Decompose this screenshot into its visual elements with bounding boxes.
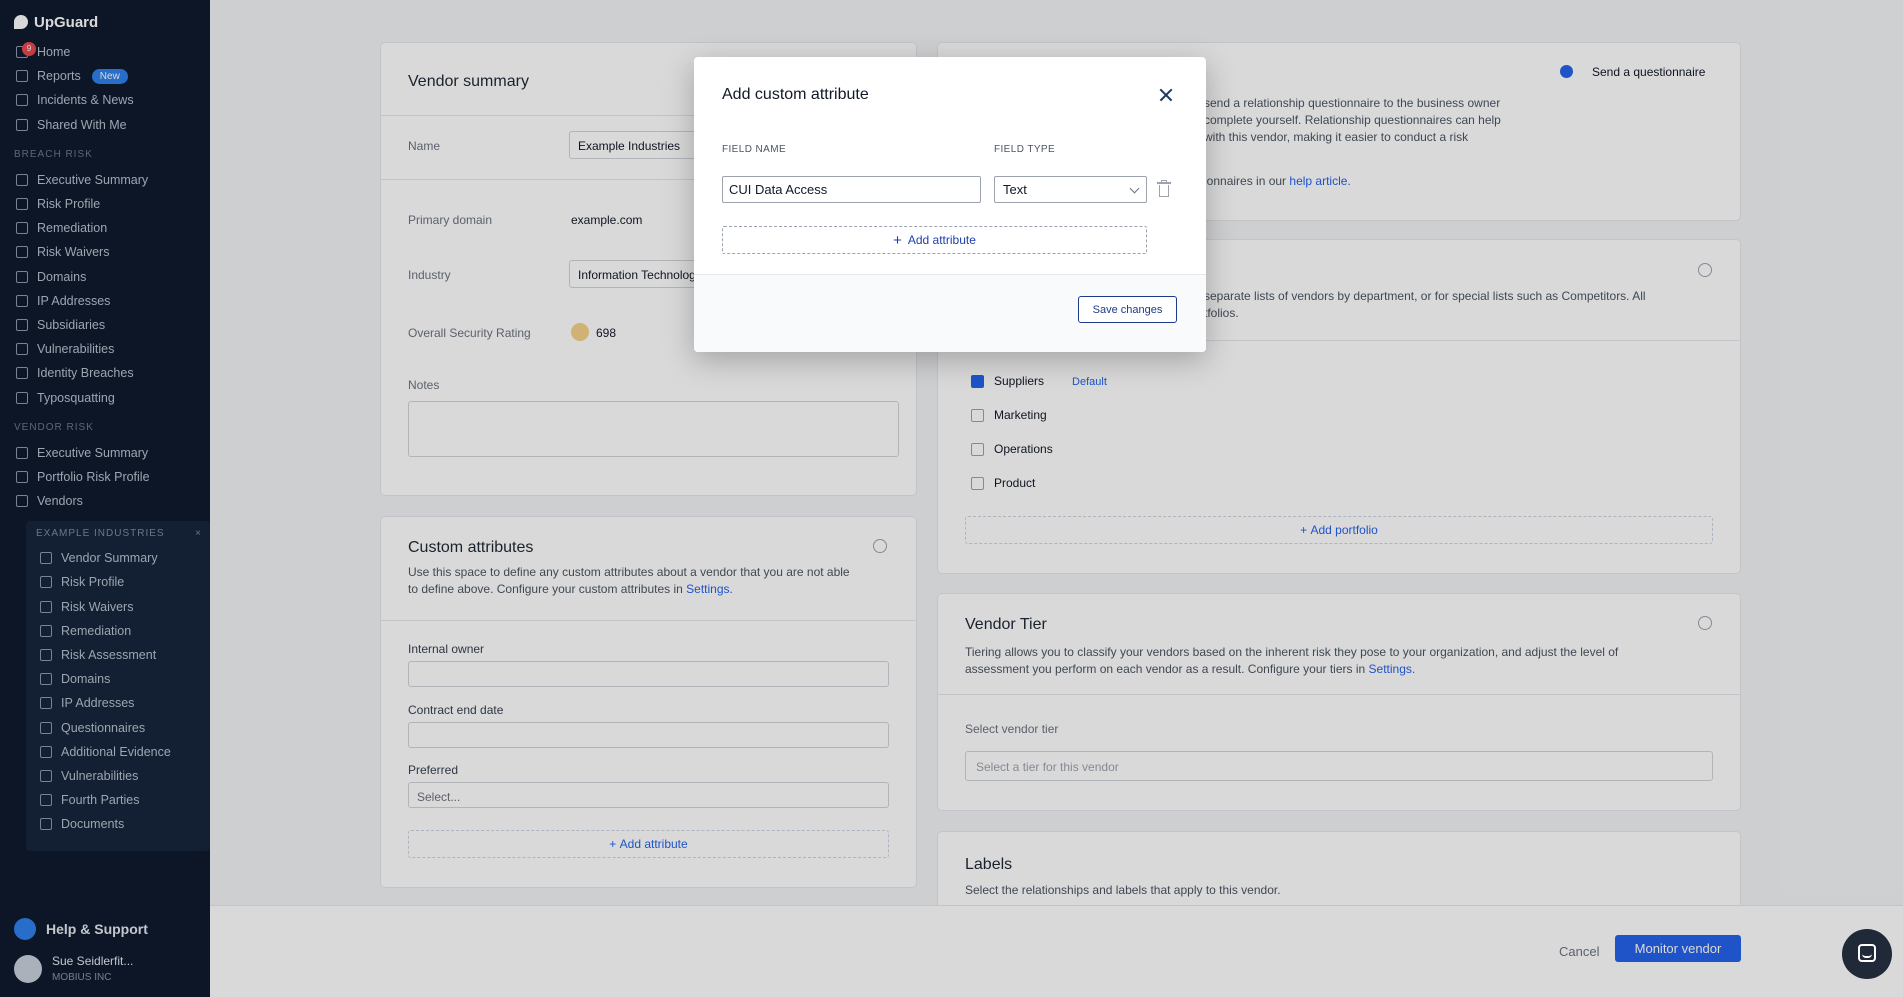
add-custom-attribute-modal: Add custom attribute FIELD NAME FIELD TY… — [694, 57, 1206, 352]
chat-icon — [1858, 944, 1876, 962]
field-name-input[interactable] — [722, 176, 981, 203]
trash-can — [1159, 185, 1169, 197]
modal-title: Add custom attribute — [722, 86, 869, 103]
plus-icon: + — [893, 231, 902, 249]
field-type-label: FIELD TYPE — [994, 144, 1056, 155]
field-type-value: Text — [1003, 182, 1027, 197]
field-name-label: FIELD NAME — [722, 144, 787, 155]
field-type-select[interactable]: Text — [994, 176, 1147, 203]
close-icon[interactable] — [1154, 83, 1178, 107]
trash-icon[interactable] — [1157, 180, 1171, 197]
trash-lid — [1157, 182, 1171, 184]
chevron-down-icon — [1129, 183, 1140, 194]
add-attribute-label: Add attribute — [907, 233, 976, 247]
add-attribute-button[interactable]: + Add attribute — [722, 226, 1147, 254]
save-changes-button[interactable]: Save changes — [1078, 296, 1177, 323]
chat-launcher-button[interactable] — [1842, 929, 1892, 979]
